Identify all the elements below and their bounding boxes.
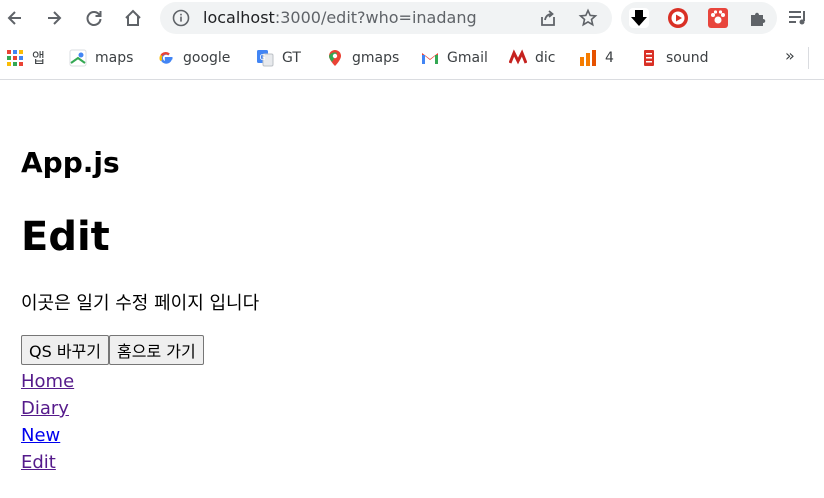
link-new[interactable]: New <box>21 422 74 449</box>
bookmark-gmaps[interactable]: gmaps <box>326 47 399 69</box>
bookmarks-divider <box>808 47 809 69</box>
bookmark-maps[interactable]: maps <box>69 47 133 69</box>
play-extension-icon[interactable] <box>667 7 689 29</box>
dictionary-icon <box>509 49 527 65</box>
back-arrow-icon <box>7 11 21 25</box>
url-text[interactable]: localhost:3000/edit?who=inadang <box>203 8 477 27</box>
apps-grid-icon <box>7 50 23 66</box>
bookmark-4[interactable]: 4 <box>579 47 614 69</box>
forward-button[interactable] <box>42 6 66 30</box>
home-icon <box>125 9 141 26</box>
bookmark-apps[interactable]: 앱 <box>6 47 45 69</box>
bars-icon <box>580 50 596 66</box>
bookmark-dic[interactable]: dic <box>509 47 555 69</box>
route-links: Home Diary New Edit <box>21 368 74 476</box>
back-button[interactable] <box>3 6 27 30</box>
bookmark-label: maps <box>95 50 134 66</box>
bookmark-label: 앱 <box>32 51 45 67</box>
bookmark-label: Gmail <box>447 50 488 66</box>
address-bar[interactable]: localhost:3000/edit?who=inadang <box>160 2 612 34</box>
translate-icon: G <box>257 50 274 67</box>
home-button[interactable] <box>121 6 145 30</box>
extensions-group <box>621 2 777 34</box>
url-host: localhost <box>203 8 275 27</box>
bookmark-google[interactable]: google <box>157 47 230 69</box>
maps-icon <box>69 49 87 67</box>
go-home-button[interactable]: 홈으로 가기 <box>109 335 204 365</box>
url-path: :3000/edit?who=inadang <box>274 8 477 27</box>
link-edit[interactable]: Edit <box>21 449 74 476</box>
gmaps-pin-icon <box>329 50 341 66</box>
share-icon[interactable] <box>538 8 558 28</box>
bookmark-label: google <box>183 50 231 66</box>
extensions-puzzle-icon[interactable] <box>747 7 769 29</box>
change-qs-button[interactable]: QS 바꾸기 <box>21 335 109 365</box>
bookmarks-bar: 앱 maps google G GT gmaps Gmail dic 4 sou… <box>0 38 824 78</box>
bookmark-label: dic <box>535 50 556 66</box>
bookmark-label: 4 <box>605 50 614 66</box>
bookmark-label: gmaps <box>352 50 400 66</box>
media-control-icon[interactable] <box>787 7 809 29</box>
svg-text:G: G <box>260 53 266 62</box>
button-row: QS 바꾸기 홈으로 가기 <box>21 335 204 365</box>
bookmark-gmail[interactable]: Gmail <box>421 47 488 69</box>
bookmark-label: sound <box>666 50 709 66</box>
page-heading: Edit <box>21 214 110 260</box>
google-icon <box>159 52 173 64</box>
download-extension-icon[interactable] <box>628 7 650 29</box>
page-description: 이곳은 일기 수정 페이지 입니다 <box>21 293 260 314</box>
browser-toolbar: localhost:3000/edit?who=inadang <box>0 0 824 36</box>
app-title: App.js <box>21 146 120 179</box>
bookmark-label: GT <box>282 50 301 66</box>
more-bookmarks-button[interactable]: » <box>785 46 795 65</box>
reload-button[interactable] <box>82 6 106 30</box>
gmail-icon <box>422 53 438 64</box>
forward-arrow-icon <box>48 11 62 25</box>
paw-extension-icon[interactable] <box>707 7 729 29</box>
sound-icon <box>644 50 654 66</box>
bookmark-gt[interactable]: G GT <box>256 47 301 69</box>
site-info-icon[interactable] <box>172 9 190 27</box>
reload-icon <box>86 11 102 26</box>
bookmark-sound[interactable]: sound <box>640 47 709 69</box>
link-home[interactable]: Home <box>21 368 74 395</box>
bookmark-star-icon[interactable] <box>578 8 598 28</box>
link-diary[interactable]: Diary <box>21 395 74 422</box>
chrome-divider <box>0 79 824 80</box>
